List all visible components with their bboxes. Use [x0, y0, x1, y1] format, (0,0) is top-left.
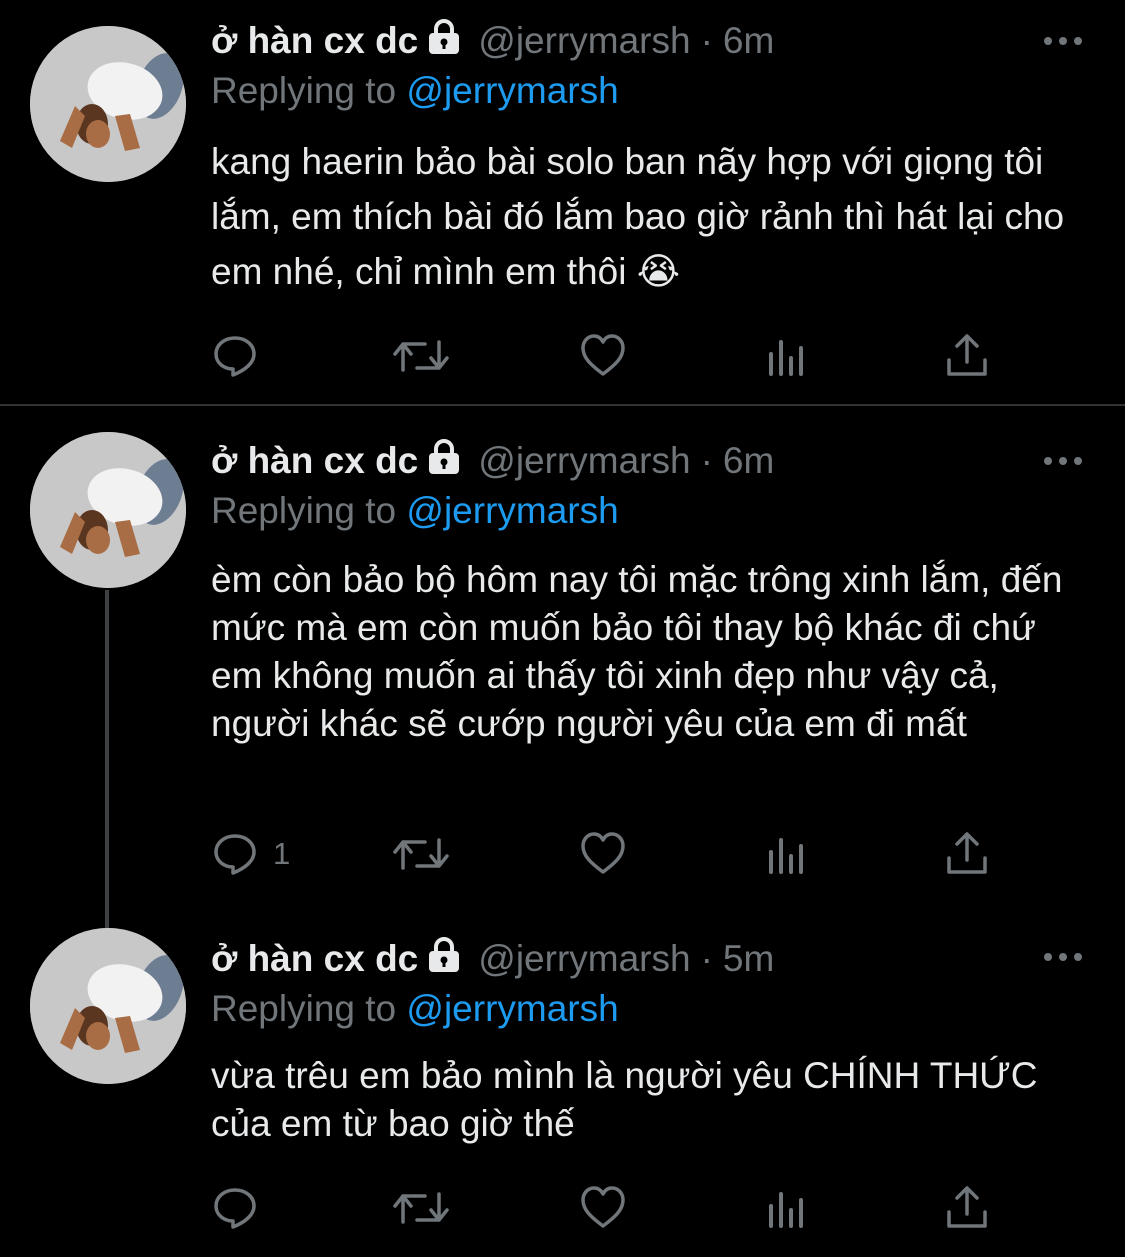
retweet-icon — [393, 1192, 449, 1224]
avatar-figure-icon — [30, 26, 186, 182]
like-icon — [581, 1186, 625, 1228]
views-icon — [769, 838, 803, 874]
avatar-figure-icon — [30, 432, 186, 588]
views-button[interactable] — [763, 328, 811, 384]
avatar-figure-icon — [30, 928, 186, 1084]
replying-to-line: Replying to @jerrymarsh — [211, 988, 619, 1030]
avatar[interactable] — [30, 432, 186, 588]
reply-icon — [214, 1188, 256, 1229]
avatar[interactable] — [30, 928, 186, 1084]
reply-count: 1 — [273, 836, 291, 871]
mention-link[interactable]: @jerrymarsh — [406, 988, 618, 1029]
retweet-icon — [393, 838, 449, 870]
share-button[interactable] — [943, 1180, 991, 1236]
share-button[interactable] — [943, 328, 991, 384]
share-icon — [947, 334, 987, 376]
tweet-actions: 1 — [211, 826, 1011, 882]
replying-to-line: Replying to @jerrymarsh — [211, 490, 619, 532]
display-name[interactable]: ở hàn cx dc — [211, 440, 418, 482]
share-icon — [947, 1186, 987, 1228]
like-icon — [581, 334, 625, 376]
lock-icon — [424, 18, 464, 64]
tweet-text: vừa trêu em bảo mình là người yêu CHÍNH … — [211, 1055, 1038, 1144]
display-name[interactable]: ở hàn cx dc — [211, 938, 418, 980]
tweet-header: ở hàn cx dc @jerrymarsh · 6m — [211, 16, 774, 66]
avatar[interactable] — [30, 26, 186, 182]
mention-link[interactable]: @jerrymarsh — [406, 70, 618, 111]
tweet-text: èm còn bảo bộ hôm nay tôi mặc trông xinh… — [211, 559, 1063, 744]
replying-to-label: Replying to — [211, 70, 397, 111]
views-icon — [769, 340, 803, 376]
reply-button[interactable] — [211, 1180, 273, 1236]
display-name[interactable]: ở hàn cx dc — [211, 20, 418, 62]
views-button[interactable] — [763, 826, 811, 882]
tweet-time[interactable]: 5m — [723, 938, 774, 980]
reply-button[interactable]: 1 — [211, 826, 290, 882]
mention-link[interactable]: @jerrymarsh — [406, 490, 618, 531]
retweet-button[interactable] — [393, 826, 449, 882]
tweet-actions — [211, 1180, 1011, 1236]
tweet-header: ở hàn cx dc @jerrymarsh · 5m — [211, 934, 774, 984]
reply-icon — [214, 336, 256, 377]
reply-button[interactable] — [211, 328, 273, 384]
retweet-icon — [393, 340, 449, 372]
reply-icon — [214, 834, 256, 875]
tweet-time[interactable]: 6m — [723, 440, 774, 482]
more-icon[interactable] — [1041, 947, 1085, 967]
retweet-button[interactable] — [393, 328, 449, 384]
replying-to-label: Replying to — [211, 490, 397, 531]
tweet-text: kang haerin bảo bài solo ban nãy hợp với… — [211, 141, 1065, 292]
retweet-button[interactable] — [393, 1180, 449, 1236]
like-icon — [581, 832, 625, 874]
lock-icon — [424, 438, 464, 484]
like-button[interactable] — [579, 826, 627, 882]
tweet-time[interactable]: 6m — [723, 20, 774, 62]
tweet[interactable]: ở hàn cx dc @jerrymarsh · 6m Replying to… — [0, 406, 1125, 904]
separator-dot: · — [700, 440, 713, 481]
separator-dot: · — [700, 938, 713, 979]
like-button[interactable] — [579, 328, 627, 384]
tweet[interactable]: ở hàn cx dc @jerrymarsh · 6m Replying to… — [0, 0, 1125, 404]
user-handle[interactable]: @jerrymarsh — [478, 440, 690, 482]
separator-dot: · — [700, 20, 713, 61]
share-button[interactable] — [943, 826, 991, 882]
more-icon[interactable] — [1041, 31, 1085, 51]
more-icon[interactable] — [1041, 451, 1085, 471]
tweet-header: ở hàn cx dc @jerrymarsh · 6m — [211, 436, 774, 486]
views-icon — [769, 1192, 803, 1228]
views-button[interactable] — [763, 1180, 811, 1236]
lock-icon — [424, 936, 464, 982]
user-handle[interactable]: @jerrymarsh — [478, 938, 690, 980]
tweet[interactable]: ở hàn cx dc @jerrymarsh · 5m Replying to… — [0, 904, 1125, 1257]
replying-to-label: Replying to — [211, 988, 397, 1029]
replying-to-line: Replying to @jerrymarsh — [211, 70, 619, 112]
share-icon — [947, 832, 987, 874]
like-button[interactable] — [579, 1180, 627, 1236]
user-handle[interactable]: @jerrymarsh — [478, 20, 690, 62]
tweet-actions — [211, 328, 1011, 384]
